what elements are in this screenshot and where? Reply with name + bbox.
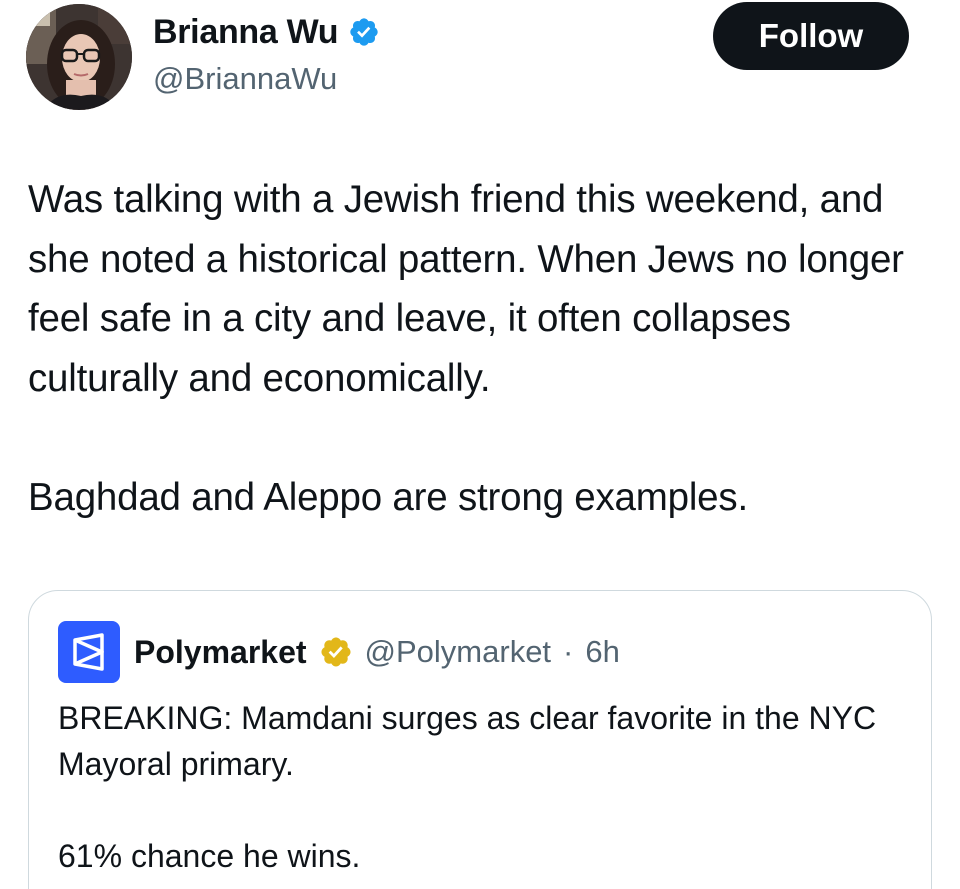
quoted-paragraph: BREAKING: Mamdani surges as clear favori… <box>58 700 877 782</box>
author-handle[interactable]: @BriannaWu <box>153 60 337 98</box>
tweet-paragraph: Was talking with a Jewish friend this we… <box>28 178 904 400</box>
polymarket-logo-icon[interactable] <box>58 621 120 683</box>
tweet-card: Brianna Wu @BriannaWu Follow Was talking… <box>0 0 960 889</box>
quoted-tweet[interactable]: Polymarket @Polymarket · 6h BREAKING: Ma… <box>28 590 932 889</box>
follow-button[interactable]: Follow <box>713 2 909 70</box>
author-display-name[interactable]: Brianna Wu <box>153 12 339 52</box>
tweet-text: Was talking with a Jewish friend this we… <box>28 170 943 527</box>
meta-separator: · <box>563 634 574 669</box>
quoted-handle[interactable]: @Polymarket <box>365 634 552 670</box>
gold-verified-badge-icon <box>321 637 351 667</box>
avatar-image <box>26 4 132 110</box>
tweet-paragraph: Baghdad and Aleppo are strong examples. <box>28 475 748 519</box>
quoted-tweet-header: Polymarket @Polymarket · 6h <box>58 621 620 683</box>
quoted-display-name[interactable]: Polymarket <box>134 634 307 671</box>
verified-badge-icon <box>350 18 378 46</box>
quoted-timestamp[interactable]: 6h <box>585 634 619 670</box>
quoted-paragraph: 61% chance he wins. <box>58 838 361 874</box>
polymarket-logo-glyph <box>73 633 104 671</box>
author-avatar[interactable] <box>26 4 132 110</box>
author-name-row: Brianna Wu <box>153 12 380 52</box>
quoted-tweet-text: BREAKING: Mamdani surges as clear favori… <box>58 695 918 879</box>
